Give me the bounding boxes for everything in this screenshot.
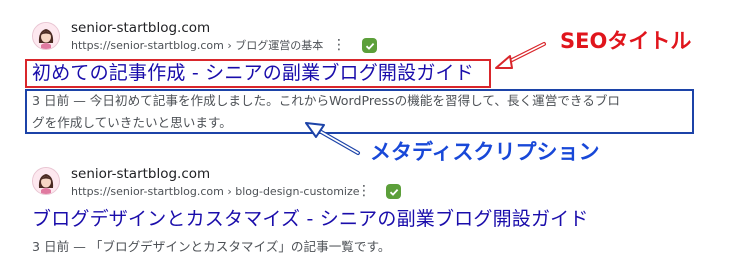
more-vert-icon[interactable]: ⋮ xyxy=(357,184,371,198)
result-title-link[interactable]: 初めての記事作成 - シニアの副業ブログ開設ガイド xyxy=(32,61,474,85)
site-url[interactable]: https://senior-startblog.com › ブログ運営の基本 xyxy=(71,39,323,53)
avatar-favicon-icon xyxy=(32,167,60,195)
seo-title-annotation-label: SEOタイトル xyxy=(560,29,692,53)
snippet-line: 3 日前 — 今日初めて記事を作成しました。これからWordPressの機能を習… xyxy=(32,93,621,108)
verified-check-icon xyxy=(386,184,401,199)
site-url[interactable]: https://senior-startblog.com › blog-desi… xyxy=(71,185,360,199)
red-arrow-icon xyxy=(495,42,546,69)
result-snippet: 3 日前 — 「ブログデザインとカスタマイズ」の記事一覧です。 xyxy=(32,239,391,254)
verified-check-icon xyxy=(362,38,377,53)
more-vert-icon[interactable]: ⋮ xyxy=(332,38,346,52)
site-name[interactable]: senior-startblog.com xyxy=(71,20,210,36)
blue-arrow-icon xyxy=(305,122,360,155)
meta-description-annotation-label: メタディスクリプション xyxy=(370,140,600,164)
site-name[interactable]: senior-startblog.com xyxy=(71,166,210,182)
result-title-link[interactable]: ブログデザインとカスタマイズ - シニアの副業ブログ開設ガイド xyxy=(32,207,589,231)
avatar-favicon-icon xyxy=(32,22,60,50)
